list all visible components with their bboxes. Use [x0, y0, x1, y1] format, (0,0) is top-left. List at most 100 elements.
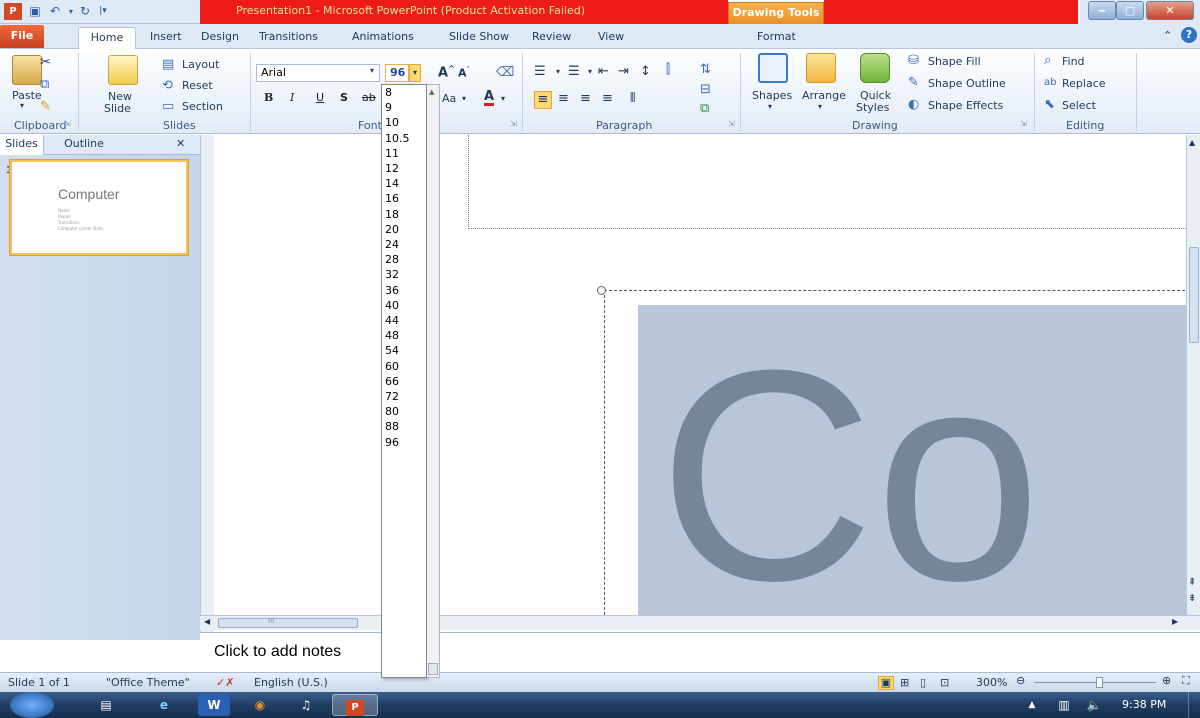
bullets-icon[interactable]: ☰ [534, 64, 546, 80]
zoom-out-icon[interactable]: ⊖ [1016, 674, 1025, 687]
align-text-icon[interactable]: ⊟ [700, 82, 711, 98]
bullets-dropdown-icon[interactable]: ▾ [556, 64, 560, 80]
tab-format[interactable]: Format [757, 30, 796, 43]
start-button[interactable] [10, 692, 54, 718]
paste-dropdown-icon[interactable]: ▾ [20, 101, 24, 110]
reading-view-icon[interactable]: ▯ [920, 676, 926, 689]
paste-button-label[interactable]: Paste [12, 89, 42, 102]
zoom-in-icon[interactable]: ⊕ [1162, 674, 1171, 687]
close-button[interactable]: ✕ [1146, 1, 1194, 20]
font-size-option[interactable]: 18 [385, 208, 399, 221]
horizontal-scrollbar[interactable]: ◀ III ▶ [200, 615, 1200, 630]
change-case-button[interactable]: Aa [442, 92, 456, 105]
font-size-option[interactable]: 36 [385, 284, 399, 297]
powerpoint-app-icon[interactable]: P [4, 3, 22, 20]
font-size-dropdown-button[interactable]: ▾ [409, 64, 421, 82]
tab-animations[interactable]: Animations [352, 30, 414, 43]
layout-icon[interactable]: ▤ [162, 57, 174, 73]
shape-effects-button[interactable]: Shape Effects [928, 99, 1003, 112]
font-size-option[interactable]: 28 [385, 253, 399, 266]
layout-button[interactable]: Layout [182, 58, 219, 71]
fit-slide-icon[interactable]: ⛶ [1182, 674, 1190, 688]
underline-button[interactable]: U [316, 91, 324, 104]
maximize-button[interactable]: □ [1116, 1, 1144, 20]
line-spacing-icon[interactable]: ↕ [640, 64, 651, 80]
format-painter-icon[interactable]: ✎ [40, 99, 51, 115]
numbering-dropdown-icon[interactable]: ▾ [588, 64, 592, 80]
tab-design[interactable]: Design [201, 30, 239, 43]
vertical-scroll-thumb[interactable] [1189, 247, 1199, 343]
show-desktop-button[interactable] [1188, 692, 1200, 718]
align-center-icon[interactable]: ≡ [558, 91, 569, 107]
font-size-option[interactable]: 20 [385, 223, 399, 236]
shape-fill-button[interactable]: Shape Fill [928, 55, 981, 68]
decrease-indent-icon[interactable]: ⇤ [598, 64, 609, 80]
font-size-option[interactable]: 9 [385, 101, 392, 114]
smartart-icon[interactable]: ⧉ [700, 101, 709, 117]
close-pane-icon[interactable]: ✕ [176, 137, 185, 150]
scroll-up-icon[interactable]: ▲ [1189, 138, 1195, 147]
font-size-option[interactable]: 80 [385, 405, 399, 418]
font-size-option[interactable]: 48 [385, 329, 399, 342]
volume-icon[interactable]: 🔈 [1078, 694, 1110, 716]
font-size-option[interactable]: 24 [385, 238, 399, 251]
font-color-button[interactable]: A [484, 90, 495, 106]
font-size-option[interactable]: 10.5 [385, 132, 410, 145]
resize-handle[interactable] [597, 286, 606, 295]
font-size-option[interactable]: 16 [385, 192, 399, 205]
strikethrough-button[interactable]: ab [362, 91, 376, 104]
zoom-slider-thumb[interactable] [1096, 677, 1103, 688]
reset-icon[interactable]: ⟲ [162, 78, 173, 94]
tab-outline[interactable]: Outline [54, 137, 114, 150]
columns-icon[interactable]: ⫿ [666, 62, 670, 78]
word-taskbar-icon[interactable]: W [198, 694, 230, 716]
align-right-icon[interactable]: ≡ [580, 91, 591, 107]
font-size-option[interactable]: 60 [385, 360, 399, 373]
horizontal-scroll-thumb[interactable] [218, 618, 358, 628]
tab-review[interactable]: Review [532, 30, 571, 43]
font-size-option[interactable]: 32 [385, 268, 399, 281]
paragraph-dialog-launcher-icon[interactable]: ⇲ [728, 119, 735, 128]
find-icon[interactable]: ⌕ [1044, 53, 1051, 69]
shape-outline-icon[interactable]: ✎ [908, 75, 919, 91]
font-size-option[interactable]: 14 [385, 177, 399, 190]
internet-explorer-taskbar-icon[interactable]: e [148, 694, 180, 716]
font-size-option[interactable]: 8 [385, 86, 392, 99]
font-size-option[interactable]: 72 [385, 390, 399, 403]
italic-button[interactable]: I [290, 91, 294, 104]
tray-expand-icon[interactable]: ▲ [1016, 694, 1048, 716]
align-left-icon[interactable]: ≡ [534, 91, 552, 109]
font-size-option[interactable]: 54 [385, 344, 399, 357]
notes-placeholder[interactable]: Click to add notes [214, 643, 341, 661]
list-scroll-up-icon[interactable]: ▲ [429, 88, 434, 96]
shapes-button[interactable]: Shapes [752, 89, 792, 102]
tab-slide-show[interactable]: Slide Show [449, 30, 509, 43]
columns-layout-icon[interactable]: ⫴ [630, 91, 635, 107]
language-indicator[interactable]: English (U.S.) [254, 676, 328, 689]
redo-icon[interactable]: ↻ [76, 3, 94, 20]
font-name-dropdown-icon[interactable]: ▾ [370, 66, 374, 75]
quick-styles-label-line2[interactable]: Styles [856, 101, 889, 114]
title-placeholder[interactable] [468, 135, 1200, 229]
arrange-icon[interactable] [806, 53, 836, 83]
zoom-slider-track[interactable] [1034, 682, 1156, 683]
network-icon[interactable]: ▥ [1048, 694, 1080, 716]
spelling-check-icon[interactable]: ✓✗ [216, 676, 234, 689]
shape-fill-icon[interactable]: ⛁ [908, 53, 919, 69]
font-dialog-launcher-icon[interactable]: ⇲ [510, 119, 517, 128]
drawing-dialog-launcher-icon[interactable]: ⇲ [1020, 119, 1027, 128]
grow-font-button[interactable]: A^ [438, 64, 455, 80]
bold-button[interactable]: B [264, 91, 273, 104]
new-slide-icon[interactable] [108, 55, 138, 85]
next-slide-icon[interactable]: ⇟ [1188, 593, 1196, 604]
tab-view[interactable]: View [598, 30, 624, 43]
font-size-list-scrollbar[interactable]: ▲ [427, 84, 440, 678]
font-size-input[interactable]: 96 [385, 64, 409, 82]
find-button[interactable]: Find [1062, 55, 1085, 68]
new-slide-label-line2[interactable]: Slide [104, 102, 131, 115]
help-icon[interactable]: ? [1181, 27, 1197, 43]
clipboard-dialog-launcher-icon[interactable]: ⇲ [64, 119, 71, 128]
font-size-option[interactable]: 88 [385, 420, 399, 433]
slide-thumbnail[interactable]: Computer Name Repair Transitions Compute… [10, 160, 188, 255]
section-icon[interactable]: ▭ [162, 99, 174, 115]
